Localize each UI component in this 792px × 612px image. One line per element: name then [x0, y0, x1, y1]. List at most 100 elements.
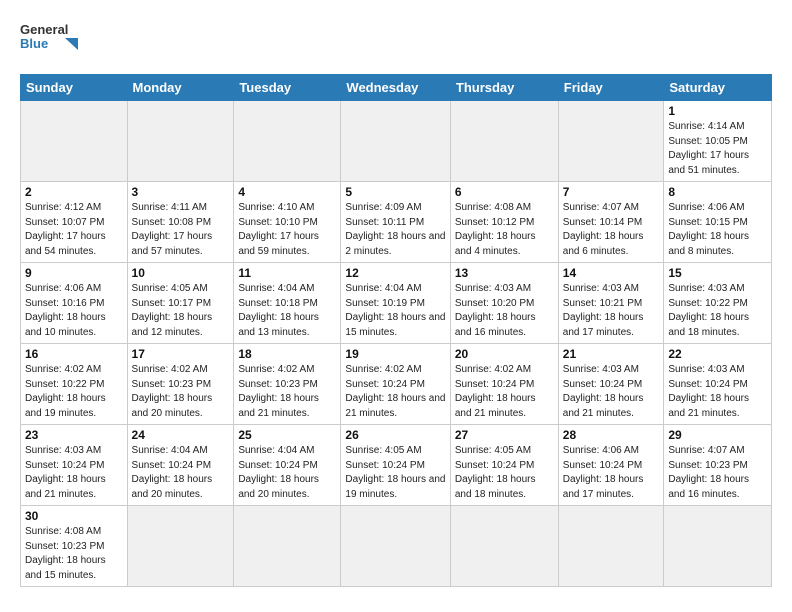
day-cell: 13 Sunrise: 4:03 AMSunset: 10:20 PMDaylig…: [450, 263, 558, 344]
day-cell: 5Sunrise: 4:09 AMSunset: 10:11 PMDayligh…: [341, 182, 450, 263]
weekday-header-row: SundayMondayTuesdayWednesdayThursdayFrid…: [21, 75, 772, 101]
day-cell: 30Sunrise: 4:08 AMSunset: 10:23 PMDaylig…: [21, 506, 128, 587]
day-number: 28: [563, 428, 660, 442]
day-cell: 20Sunrise: 4:02 AMSunset: 10:24 PMDaylig…: [450, 344, 558, 425]
day-info: Sunrise: 4:03 AMSunset: 10:24 PMDaylight…: [563, 363, 660, 421]
day-number: 27: [455, 428, 554, 442]
day-info: Sunrise: 4:04 AMSunset: 10:18 PMDaylight…: [238, 282, 336, 340]
day-cell: 22 Sunrise: 4:03 AMSunset: 10:24 PMDaylig…: [664, 344, 772, 425]
day-info: Sunrise: 4:05 AMSunset: 10:17 PMDaylight…: [132, 282, 230, 340]
day-number: 14: [563, 266, 660, 280]
weekday-sunday: Sunday: [21, 75, 128, 101]
day-cell: 7 Sunrise: 4:07 AMSunset: 10:14 PMDayligh…: [558, 182, 664, 263]
day-number: 17: [132, 347, 230, 361]
week-row-5: 23 Sunrise: 4:03 AMSunset: 10:24 PMDaylig…: [21, 425, 772, 506]
day-info: Sunrise: 4:12 AMSunset: 10:07 PMDaylight…: [25, 201, 123, 259]
day-number: 7: [563, 185, 660, 199]
day-cell: 2 Sunrise: 4:12 AMSunset: 10:07 PMDayligh…: [21, 182, 128, 263]
day-info: Sunrise: 4:02 AMSunset: 10:23 PMDaylight…: [132, 363, 230, 421]
day-cell: 3Sunrise: 4:11 AMSunset: 10:08 PMDayligh…: [127, 182, 234, 263]
day-info: Sunrise: 4:02 AMSunset: 10:24 PMDaylight…: [345, 363, 445, 421]
day-info: Sunrise: 4:05 AMSunset: 10:24 PMDaylight…: [345, 444, 445, 502]
day-number: 26: [345, 428, 445, 442]
day-info: Sunrise: 4:04 AMSunset: 10:24 PMDaylight…: [132, 444, 230, 502]
day-cell: 19 Sunrise: 4:02 AMSunset: 10:24 PMDaylig…: [341, 344, 450, 425]
svg-text:Blue: Blue: [20, 36, 48, 51]
day-cell: [341, 101, 450, 182]
day-cell: [127, 101, 234, 182]
day-cell: 12 Sunrise: 4:04 AMSunset: 10:19 PMDaylig…: [341, 263, 450, 344]
day-number: 18: [238, 347, 336, 361]
day-info: Sunrise: 4:05 AMSunset: 10:24 PMDaylight…: [455, 444, 554, 502]
day-info: Sunrise: 4:03 AMSunset: 10:20 PMDaylight…: [455, 282, 554, 340]
logo: General Blue: [20, 16, 80, 66]
logo-icon: General Blue: [20, 16, 80, 66]
day-info: Sunrise: 4:07 AMSunset: 10:23 PMDaylight…: [668, 444, 767, 502]
day-cell: 4 Sunrise: 4:10 AMSunset: 10:10 PMDayligh…: [234, 182, 341, 263]
day-cell: 15 Sunrise: 4:03 AMSunset: 10:22 PMDaylig…: [664, 263, 772, 344]
day-number: 29: [668, 428, 767, 442]
day-cell: [127, 506, 234, 587]
day-info: Sunrise: 4:08 AMSunset: 10:12 PMDaylight…: [455, 201, 554, 259]
day-info: Sunrise: 4:04 AMSunset: 10:24 PMDaylight…: [238, 444, 336, 502]
day-number: 21: [563, 347, 660, 361]
week-row-4: 16 Sunrise: 4:02 AMSunset: 10:22 PMDaylig…: [21, 344, 772, 425]
day-number: 9: [25, 266, 123, 280]
day-number: 19: [345, 347, 445, 361]
day-info: Sunrise: 4:07 AMSunset: 10:14 PMDaylight…: [563, 201, 660, 259]
day-number: 15: [668, 266, 767, 280]
day-info: Sunrise: 4:14 AMSunset: 10:05 PMDaylight…: [668, 120, 767, 178]
day-number: 11: [238, 266, 336, 280]
day-cell: 25Sunrise: 4:04 AMSunset: 10:24 PMDaylig…: [234, 425, 341, 506]
week-row-3: 9 Sunrise: 4:06 AMSunset: 10:16 PMDayligh…: [21, 263, 772, 344]
day-info: Sunrise: 4:11 AMSunset: 10:08 PMDaylight…: [132, 201, 230, 259]
day-cell: 26 Sunrise: 4:05 AMSunset: 10:24 PMDaylig…: [341, 425, 450, 506]
day-cell: 11 Sunrise: 4:04 AMSunset: 10:18 PMDaylig…: [234, 263, 341, 344]
day-number: 1: [668, 104, 767, 118]
day-info: Sunrise: 4:06 AMSunset: 10:16 PMDaylight…: [25, 282, 123, 340]
weekday-tuesday: Tuesday: [234, 75, 341, 101]
day-number: 20: [455, 347, 554, 361]
day-cell: 14 Sunrise: 4:03 AMSunset: 10:21 PMDaylig…: [558, 263, 664, 344]
day-cell: [558, 506, 664, 587]
day-info: Sunrise: 4:08 AMSunset: 10:23 PMDaylight…: [25, 525, 123, 583]
day-cell: [234, 101, 341, 182]
day-number: 5: [345, 185, 445, 199]
day-cell: 8Sunrise: 4:06 AMSunset: 10:15 PMDayligh…: [664, 182, 772, 263]
day-number: 16: [25, 347, 123, 361]
weekday-friday: Friday: [558, 75, 664, 101]
day-info: Sunrise: 4:03 AMSunset: 10:24 PMDaylight…: [668, 363, 767, 421]
day-info: Sunrise: 4:03 AMSunset: 10:24 PMDaylight…: [25, 444, 123, 502]
day-info: Sunrise: 4:03 AMSunset: 10:22 PMDaylight…: [668, 282, 767, 340]
page-header: General Blue: [20, 16, 772, 66]
day-info: Sunrise: 4:04 AMSunset: 10:19 PMDaylight…: [345, 282, 445, 340]
day-cell: [21, 101, 128, 182]
day-number: 10: [132, 266, 230, 280]
day-cell: 28Sunrise: 4:06 AMSunset: 10:24 PMDaylig…: [558, 425, 664, 506]
weekday-monday: Monday: [127, 75, 234, 101]
day-cell: 17 Sunrise: 4:02 AMSunset: 10:23 PMDaylig…: [127, 344, 234, 425]
day-number: 4: [238, 185, 336, 199]
day-cell: 16 Sunrise: 4:02 AMSunset: 10:22 PMDaylig…: [21, 344, 128, 425]
day-info: Sunrise: 4:03 AMSunset: 10:21 PMDaylight…: [563, 282, 660, 340]
day-cell: 23 Sunrise: 4:03 AMSunset: 10:24 PMDaylig…: [21, 425, 128, 506]
day-cell: 18 Sunrise: 4:02 AMSunset: 10:23 PMDaylig…: [234, 344, 341, 425]
day-cell: [664, 506, 772, 587]
day-number: 23: [25, 428, 123, 442]
day-info: Sunrise: 4:02 AMSunset: 10:23 PMDaylight…: [238, 363, 336, 421]
svg-text:General: General: [20, 22, 68, 37]
day-number: 22: [668, 347, 767, 361]
day-cell: [450, 506, 558, 587]
day-cell: [341, 506, 450, 587]
calendar-table: SundayMondayTuesdayWednesdayThursdayFrid…: [20, 74, 772, 587]
day-number: 13: [455, 266, 554, 280]
day-cell: [558, 101, 664, 182]
day-number: 2: [25, 185, 123, 199]
day-info: Sunrise: 4:06 AMSunset: 10:15 PMDaylight…: [668, 201, 767, 259]
day-number: 12: [345, 266, 445, 280]
weekday-thursday: Thursday: [450, 75, 558, 101]
day-cell: 21 Sunrise: 4:03 AMSunset: 10:24 PMDaylig…: [558, 344, 664, 425]
day-info: Sunrise: 4:10 AMSunset: 10:10 PMDaylight…: [238, 201, 336, 259]
day-info: Sunrise: 4:02 AMSunset: 10:22 PMDaylight…: [25, 363, 123, 421]
day-cell: 29 Sunrise: 4:07 AMSunset: 10:23 PMDaylig…: [664, 425, 772, 506]
